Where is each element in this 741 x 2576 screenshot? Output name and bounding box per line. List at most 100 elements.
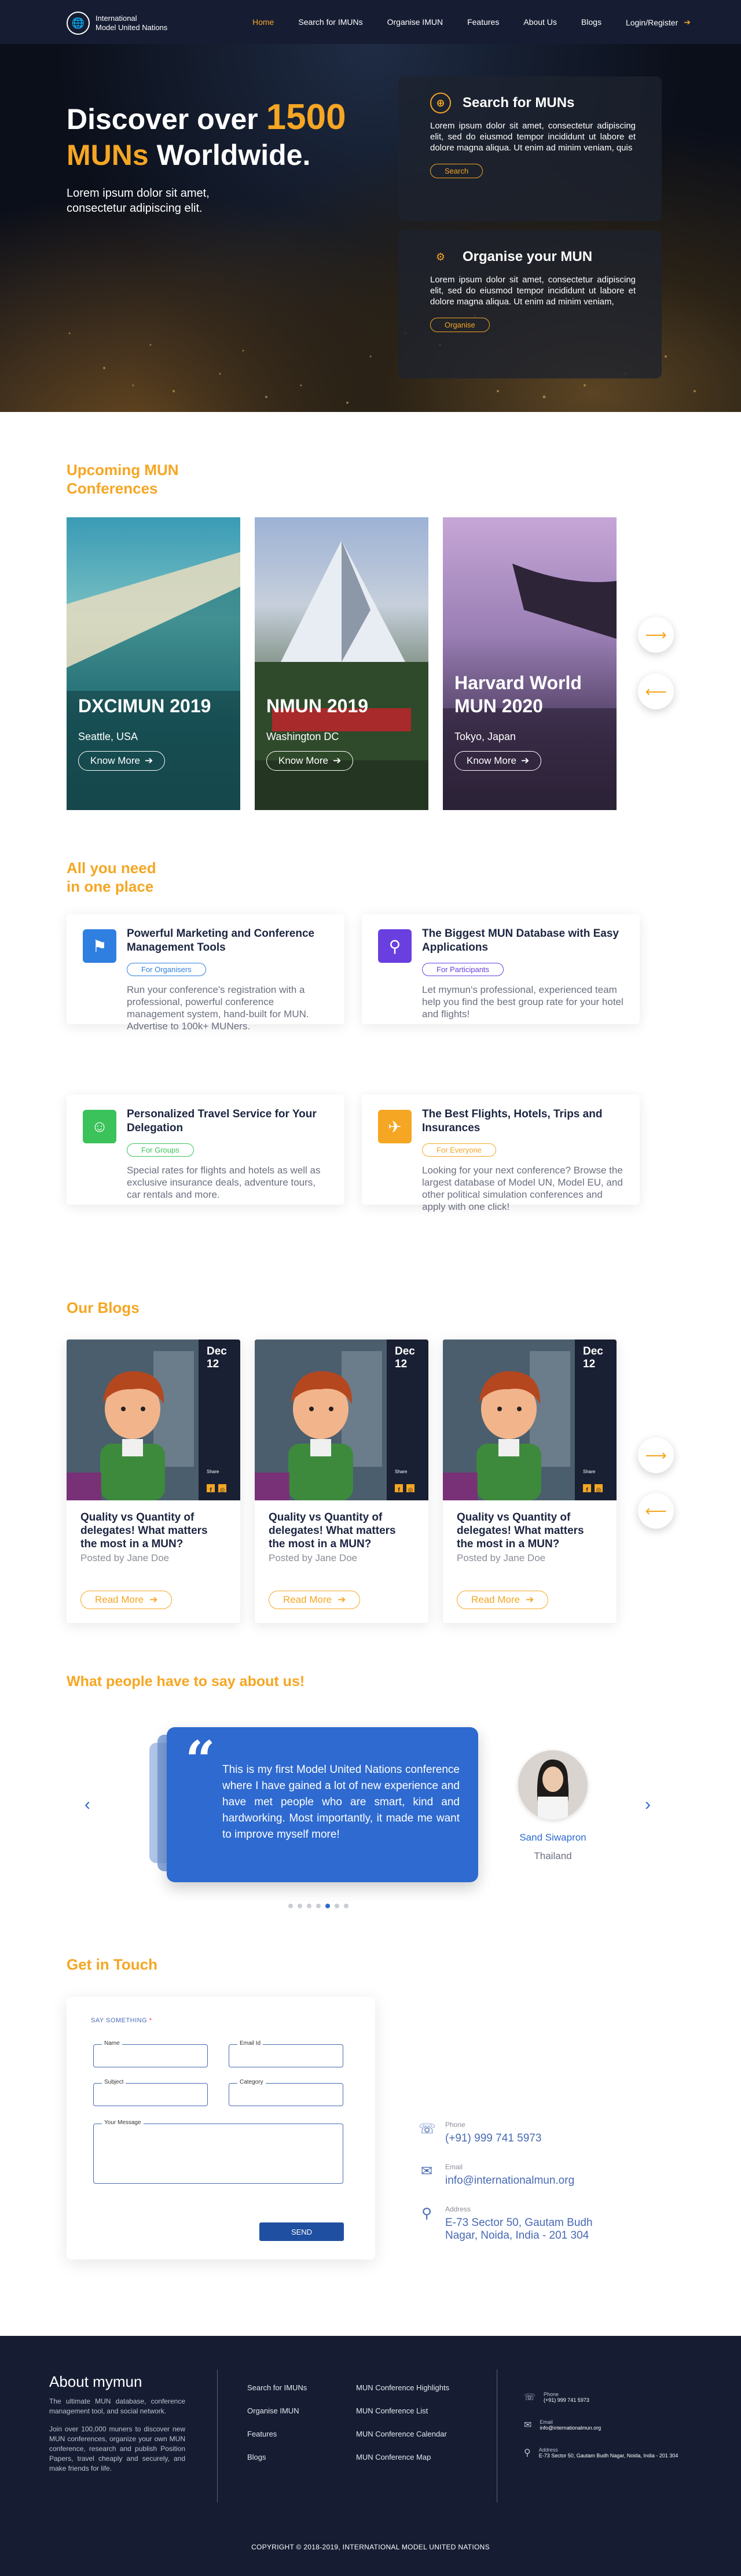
next-arrow-button[interactable]: ⟶ <box>638 617 674 653</box>
footer-about-title: About mymun <box>49 2373 142 2390</box>
feature-tag: For Groups <box>127 1143 194 1157</box>
contact-form: SAY SOMETHING * Name Email Id Subject Ca… <box>67 1997 375 2259</box>
phone-icon: ☏ <box>524 2393 536 2402</box>
feature-card: ☺ Personalized Travel Service for Your D… <box>67 1095 344 1205</box>
conference-name: Harvard World MUN 2020 <box>454 672 582 716</box>
facebook-icon[interactable]: f <box>207 1484 215 1493</box>
conference-card[interactable]: Harvard World MUN 2020 Tokyo, Japan Know… <box>443 517 617 810</box>
feature-title: The Best Flights, Hotels, Trips and Insu… <box>422 1108 603 1134</box>
hero-highlight-number: 1500 <box>266 97 346 137</box>
carousel-dot[interactable] <box>344 1904 349 1908</box>
blog-date: Dec 12 Share f ◎ <box>575 1339 617 1500</box>
footer-about-text: The ultimate MUN database, conference ma… <box>49 2397 185 2472</box>
arrow-right-icon: ➔ <box>520 755 530 766</box>
avatar <box>518 1750 588 1820</box>
search-card-text: Lorem ipsum dolor sit amet, consectetur … <box>430 121 636 153</box>
organise-button[interactable]: Organise <box>430 318 490 332</box>
arrow-right-icon: ⟶ <box>645 1446 667 1464</box>
nav-organise-imun[interactable]: Organise IMUN <box>387 17 443 27</box>
arrow-right-icon: ➔ <box>338 1594 346 1605</box>
hero-title: Discover over 1500 MUNs Worldwide. <box>67 97 346 172</box>
testimonial-card: “ This is my first Model United Nations … <box>167 1727 478 1882</box>
carousel-dot-active[interactable] <box>325 1904 330 1908</box>
carousel-dot[interactable] <box>316 1904 321 1908</box>
know-more-button[interactable]: Know More ➔ <box>78 751 166 771</box>
arrow-right-icon: ➔ <box>144 755 153 766</box>
logo-line1: International <box>96 14 137 23</box>
search-muns-card: ⊕ Search for MUNs Lorem ipsum dolor sit a… <box>398 76 662 221</box>
facebook-icon[interactable]: f <box>583 1484 591 1493</box>
carousel-dot[interactable] <box>307 1904 311 1908</box>
message-field[interactable]: Your Message <box>93 2119 343 2184</box>
footer-link[interactable]: Organise IMUN <box>247 2406 307 2415</box>
share-label: Share <box>207 1469 219 1474</box>
footer-link[interactable]: Search for IMUNs <box>247 2383 307 2392</box>
search-button[interactable]: Search <box>430 164 483 178</box>
know-more-button[interactable]: Know More ➔ <box>266 751 354 771</box>
read-more-button[interactable]: Read More ➔ <box>80 1591 173 1609</box>
email-field[interactable]: Email Id <box>229 2040 343 2067</box>
hero-section: Discover over 1500 MUNs Worldwide. Lorem… <box>0 44 741 412</box>
footer-link[interactable]: MUN Conference Map <box>356 2453 449 2461</box>
arrow-right-icon: ➔ <box>526 1594 534 1605</box>
footer-link[interactable]: Blogs <box>247 2453 307 2461</box>
prev-arrow-button[interactable]: ⟵ <box>638 674 674 709</box>
organise-icon: ⚙ <box>435 251 446 263</box>
blog-card[interactable]: Dec 12 Share f ◎ Quality vs Quantity of … <box>255 1339 428 1623</box>
footer-phone: ☏ Phone (+91) 999 741 5973 <box>524 2391 589 2403</box>
hero-subtitle: Lorem ipsum dolor sit amet, consectetur … <box>67 187 210 215</box>
read-more-button[interactable]: Read More ➔ <box>457 1591 549 1609</box>
feature-tag: For Everyone <box>422 1143 497 1157</box>
arrow-right-icon: ➔ <box>149 1594 158 1605</box>
footer-link[interactable]: Features <box>247 2430 307 2438</box>
send-button[interactable]: SEND <box>259 2222 344 2241</box>
chevron-left-icon[interactable]: ‹ <box>85 1795 90 1815</box>
name-field[interactable]: Name <box>93 2040 208 2067</box>
footer-email: ✉ Email info@internationalmun.org <box>524 2419 601 2431</box>
person-photo <box>518 1750 588 1820</box>
logo-line2: Model United Nations <box>96 23 168 32</box>
blog-card[interactable]: Dec 12 Share f ◎ Quality vs Quantity of … <box>67 1339 240 1623</box>
chevron-right-icon[interactable]: › <box>645 1795 651 1815</box>
blog-card[interactable]: Dec 12 Share f ◎ Quality vs Quantity of … <box>443 1339 617 1623</box>
site-logo[interactable]: 🌐 International Model United Nations <box>67 12 167 35</box>
instagram-icon[interactable]: ◎ <box>406 1484 414 1493</box>
nav-about-us[interactable]: About Us <box>523 17 557 27</box>
footer-link[interactable]: MUN Conference Highlights <box>356 2383 449 2392</box>
category-field[interactable]: Category <box>229 2079 343 2106</box>
conference-name: DXCIMUN 2019 <box>78 695 211 716</box>
read-more-button[interactable]: Read More ➔ <box>269 1591 361 1609</box>
nav-search-imuns[interactable]: Search for IMUNs <box>298 17 362 27</box>
carousel-dot[interactable] <box>288 1904 293 1908</box>
conference-card[interactable]: NMUN 2019 Washington DC Know More ➔ <box>255 517 428 810</box>
blog-author: Posted by Jane Doe <box>269 1552 358 1563</box>
location-pin-icon: ⚲ <box>524 2448 531 2458</box>
feature-text: Let mymun's professional, experienced te… <box>422 984 623 1020</box>
conference-card[interactable]: DXCIMUN 2019 Seattle, USA Know More ➔ <box>67 517 240 810</box>
next-arrow-button[interactable]: ⟶ <box>638 1437 674 1473</box>
subject-field[interactable]: Subject <box>93 2079 208 2106</box>
footer-link[interactable]: MUN Conference Calendar <box>356 2430 449 2438</box>
footer-link[interactable]: MUN Conference List <box>356 2406 449 2415</box>
quote-icon: “ <box>185 1729 215 1791</box>
nav-home[interactable]: Home <box>252 17 274 27</box>
conference-place: Tokyo, Japan <box>454 731 516 742</box>
carousel-dot[interactable] <box>298 1904 302 1908</box>
feature-card: ⚑ Powerful Marketing and Conference Mana… <box>67 914 344 1032</box>
instagram-icon[interactable]: ◎ <box>595 1484 603 1493</box>
facebook-icon[interactable]: f <box>395 1484 403 1493</box>
prev-arrow-button[interactable]: ⟵ <box>638 1493 674 1529</box>
carousel-dot[interactable] <box>335 1904 339 1908</box>
nav-features[interactable]: Features <box>467 17 499 27</box>
organise-card-title: Organise your MUN <box>463 249 593 264</box>
top-navbar: 🌐 International Model United Nations Hom… <box>0 0 741 44</box>
know-more-button[interactable]: Know More ➔ <box>454 751 542 771</box>
nav-blogs[interactable]: Blogs <box>581 17 601 27</box>
instagram-icon[interactable]: ◎ <box>218 1484 226 1493</box>
features-title: All you need in one place <box>67 859 156 895</box>
arrow-left-icon: ⟵ <box>645 682 667 700</box>
contact-address: ⚲ Address E-73 Sector 50, Gautam Budh Na… <box>419 2205 601 2242</box>
testimonial-country: Thailand <box>534 1850 572 1861</box>
login-register-link[interactable]: Login/Register ➔ <box>626 17 691 27</box>
globe-search-icon: ⊕ <box>430 93 451 113</box>
